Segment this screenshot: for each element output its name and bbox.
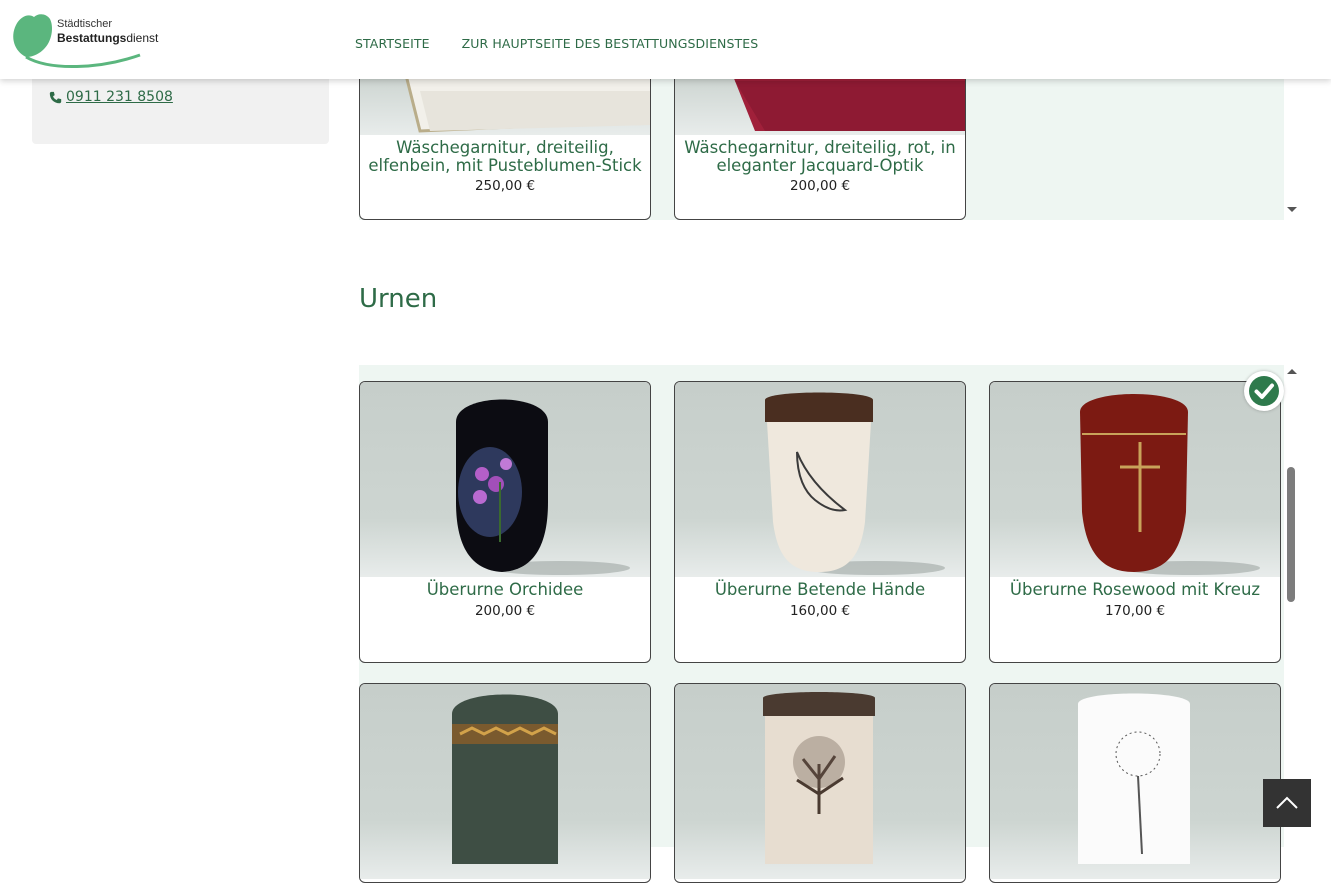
product-title-line2: elfenbein, mit Pusteblumen-Stick (368, 156, 642, 175)
product-card[interactable]: Überurne Betende Hände 160,00 € (674, 381, 966, 663)
product-title: Wäschegarnitur, dreiteilig, rot, in eleg… (675, 139, 965, 175)
phone-icon (49, 91, 62, 103)
product-image (675, 684, 965, 879)
product-image (360, 382, 650, 577)
product-image (675, 382, 965, 577)
product-card[interactable] (359, 683, 651, 883)
product-price: 250,00 € (474, 178, 536, 194)
main-nav: STARTSEITE ZUR HAUPTSEITE DES BESTATTUNG… (355, 36, 758, 51)
product-card[interactable]: Überurne Rosewood mit Kreuz 170,00 € (989, 381, 1281, 663)
product-title: Überurne Betende Hände (714, 580, 926, 599)
product-title: Wäschegarnitur, dreiteilig, elfenbein, m… (360, 139, 650, 175)
scroll-up-arrow[interactable] (1287, 369, 1297, 374)
product-card[interactable] (989, 683, 1281, 883)
scrollbar-thumb[interactable] (1287, 467, 1295, 602)
chevron-up-icon (1276, 796, 1298, 809)
logo-line2: Bestattungsdienst (57, 31, 158, 45)
check-circle-icon (1249, 376, 1279, 406)
product-card[interactable] (674, 683, 966, 883)
back-to-top-button[interactable] (1263, 779, 1311, 827)
product-image (990, 684, 1280, 879)
product-image (990, 382, 1280, 577)
product-price: 200,00 € (474, 603, 536, 619)
site-logo[interactable]: Städtischer Bestattungsdienst (10, 11, 170, 69)
urns-carousel: Überurne Orchidee 200,00 € Überurne Bete… (359, 365, 1284, 883)
logo-line2-bold: Bestattungs (57, 31, 127, 45)
section-title-urns: Urnen (359, 284, 438, 314)
phone-link[interactable]: 0911 231 8508 (66, 89, 173, 105)
nav-startseite[interactable]: STARTSEITE (355, 36, 430, 51)
product-image (360, 684, 650, 879)
product-title-line1: Wäschegarnitur, dreiteilig, (396, 138, 614, 157)
nav-hauptseite[interactable]: ZUR HAUPTSEITE DES BESTATTUNGSDIENSTES (462, 36, 759, 51)
site-header: Städtischer Bestattungsdienst STARTSEITE… (0, 0, 1331, 79)
product-title: Überurne Orchidee (426, 580, 584, 599)
phone-contact: 0911 231 8508 (49, 89, 173, 105)
product-card[interactable]: Überurne Orchidee 200,00 € (359, 381, 651, 663)
product-price: 170,00 € (1104, 603, 1166, 619)
scroll-down-arrow[interactable] (1287, 207, 1297, 212)
selected-badge[interactable] (1244, 371, 1284, 411)
logo-line2-rest: dienst (126, 31, 159, 45)
product-price: 160,00 € (789, 603, 851, 619)
product-title-line1: Wäschegarnitur, dreiteilig, rot, in (684, 138, 956, 157)
product-title-line2: eleganter Jacquard-Optik (716, 156, 924, 175)
product-title: Überurne Rosewood mit Kreuz (1009, 580, 1261, 599)
product-price: 200,00 € (789, 178, 851, 194)
logo-line1: Städtischer (57, 18, 113, 30)
